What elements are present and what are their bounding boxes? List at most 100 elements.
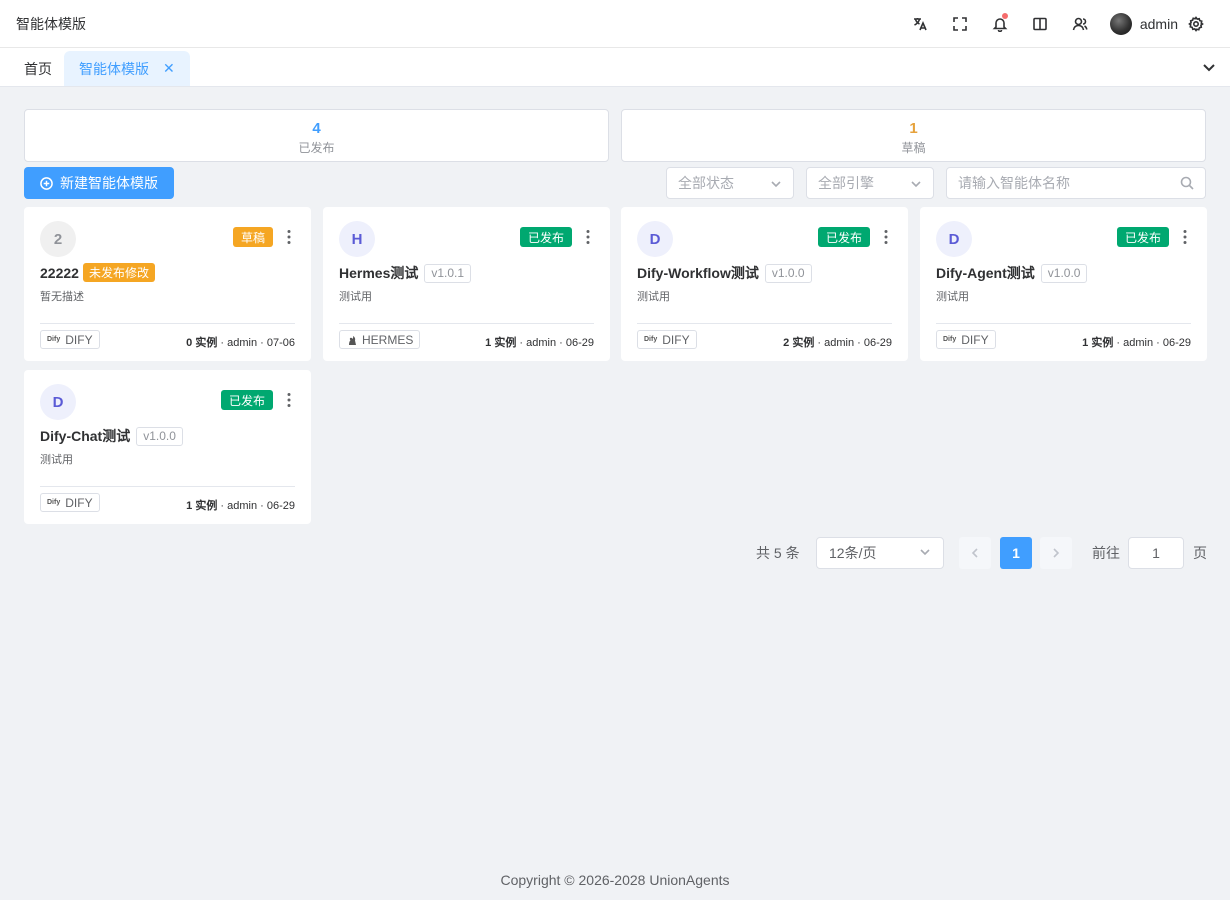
card-title: Dify-Agent测试	[936, 265, 1035, 281]
book-icon[interactable]	[1020, 0, 1060, 48]
engine-name: DIFY	[65, 332, 93, 347]
card-meta: 2 实例 · admin · 06-29	[783, 334, 892, 350]
engine-tag: HERMES	[339, 330, 421, 349]
goto-page-input[interactable]	[1128, 537, 1184, 569]
plus-circle-icon	[40, 176, 53, 190]
card-meta-text: · admin · 06-29	[516, 337, 594, 349]
search-icon[interactable]	[1180, 176, 1194, 190]
bell-icon[interactable]	[980, 0, 1020, 48]
card-divider	[936, 323, 1191, 324]
footer-copyright: Copyright © 2026-2028 UnionAgents	[500, 872, 730, 888]
card-description: 测试用	[40, 454, 73, 466]
card-divider	[339, 323, 594, 324]
tab-agent-template[interactable]: 智能体模版 ✕	[64, 51, 190, 86]
close-icon[interactable]: ✕	[163, 60, 175, 77]
card-avatar: D	[40, 384, 76, 420]
goto-label: 前往	[1092, 545, 1120, 561]
instance-count: 1 实例	[1082, 337, 1114, 349]
status-badge: 已发布	[220, 390, 273, 410]
page-size-select[interactable]: 12条/页	[816, 537, 944, 569]
more-vertical-icon[interactable]	[880, 227, 892, 247]
engine-tag: Dify DIFY	[936, 330, 996, 349]
engine-tag: Dify DIFY	[40, 493, 100, 512]
tab-home[interactable]: 首页	[12, 51, 64, 86]
users-icon[interactable]	[1060, 0, 1100, 48]
stat-published[interactable]: 4 已发布	[24, 109, 609, 162]
version-badge: v1.0.0	[1040, 263, 1088, 283]
engine-name: DIFY	[65, 495, 93, 510]
more-vertical-icon[interactable]	[582, 227, 594, 247]
search-input[interactable]	[958, 175, 1168, 191]
status-badge: 已发布	[1116, 227, 1169, 247]
dify-logo-icon: Dify	[644, 336, 658, 343]
status-badge: 草稿	[232, 227, 273, 247]
card-meta: 1 实例 · admin · 06-29	[1082, 334, 1191, 350]
stat-published-count: 4	[312, 120, 321, 137]
card-description: 测试用	[339, 291, 372, 303]
card-divider	[40, 486, 295, 487]
dify-logo-icon: Dify	[47, 336, 61, 343]
engine-filter-select[interactable]: 全部引擎	[806, 167, 934, 199]
card-avatar: D	[936, 221, 972, 257]
agent-card[interactable]: H 已发布 Hermes测试 v1.0.1 测试用 HERMES 1 实例 · …	[323, 207, 610, 361]
engine-tag: Dify DIFY	[40, 330, 100, 349]
more-vertical-icon[interactable]	[1179, 227, 1191, 247]
card-divider	[40, 323, 295, 324]
card-title: 22222	[40, 264, 79, 281]
next-page-button[interactable]	[1040, 537, 1072, 569]
card-meta-text: · admin · 06-29	[1113, 337, 1191, 349]
chevron-down-icon	[910, 177, 922, 189]
user-menu[interactable]: admin	[1109, 12, 1178, 35]
status-filter-select[interactable]: 全部状态	[666, 167, 794, 199]
stat-draft[interactable]: 1 草稿	[621, 109, 1206, 162]
instance-count: 1 实例	[485, 337, 517, 349]
card-description: 测试用	[936, 291, 969, 303]
agent-card[interactable]: D 已发布 Dify-Chat测试 v1.0.0 测试用 Dify DIFY 1…	[24, 370, 311, 524]
more-vertical-icon[interactable]	[283, 390, 295, 410]
chevron-down-icon	[919, 545, 931, 561]
more-vertical-icon[interactable]	[283, 227, 295, 247]
gear-icon[interactable]	[1178, 0, 1214, 48]
card-title-row: Dify-Workflow测试 v1.0.0	[637, 263, 812, 283]
fullscreen-icon[interactable]	[940, 0, 980, 48]
page-size-value: 12条/页	[829, 545, 877, 561]
prev-page-button[interactable]	[959, 537, 991, 569]
header-actions: admin	[900, 0, 1214, 48]
card-meta-text: · admin · 06-29	[814, 337, 892, 349]
hermes-logo-icon	[349, 335, 356, 345]
agent-card[interactable]: D 已发布 Dify-Agent测试 v1.0.0 测试用 Dify DIFY …	[920, 207, 1207, 361]
pagination-total: 共 5 条	[756, 545, 800, 561]
app-title: 智能体模版	[16, 15, 86, 32]
dify-logo-icon: Dify	[943, 336, 957, 343]
engine-name: DIFY	[662, 332, 690, 347]
status-badge: 已发布	[519, 227, 572, 247]
card-title-row: 22222 未发布修改	[40, 263, 155, 282]
card-meta-text: · admin · 06-29	[217, 500, 295, 512]
unpublished-badge: 未发布修改	[82, 263, 155, 282]
chevron-down-icon	[770, 177, 782, 189]
card-title: Dify-Workflow测试	[637, 265, 759, 281]
status-filter-value: 全部状态	[678, 175, 734, 191]
agent-card[interactable]: D 已发布 Dify-Workflow测试 v1.0.0 测试用 Dify DI…	[621, 207, 908, 361]
engine-filter-value: 全部引擎	[818, 175, 874, 191]
top-header: 智能体模版 admin	[0, 0, 1230, 48]
notification-dot	[1001, 12, 1008, 19]
tab-label: 智能体模版	[79, 60, 149, 77]
agent-card[interactable]: 2 草稿 22222 未发布修改 暂无描述 Dify DIFY 0 实例 · a…	[24, 207, 311, 361]
version-badge: v1.0.0	[764, 263, 812, 283]
card-title-row: Dify-Agent测试 v1.0.0	[936, 263, 1088, 283]
chevron-right-icon	[1053, 548, 1060, 558]
card-meta: 0 实例 · admin · 07-06	[186, 334, 295, 350]
engine-name: DIFY	[961, 332, 989, 347]
chevron-down-icon[interactable]	[1202, 60, 1216, 74]
dify-logo-icon: Dify	[47, 499, 61, 506]
translate-icon[interactable]	[900, 0, 940, 48]
card-description: 暂无描述	[40, 291, 84, 303]
stat-draft-count: 1	[909, 120, 918, 137]
card-meta: 1 实例 · admin · 06-29	[186, 497, 295, 513]
page-number-current[interactable]: 1	[1000, 537, 1032, 569]
user-name: admin	[1139, 15, 1178, 32]
instance-count: 0 实例	[186, 337, 218, 349]
card-meta-text: · admin · 07-06	[217, 337, 295, 349]
new-agent-template-button[interactable]: 新建智能体模版	[24, 167, 174, 199]
